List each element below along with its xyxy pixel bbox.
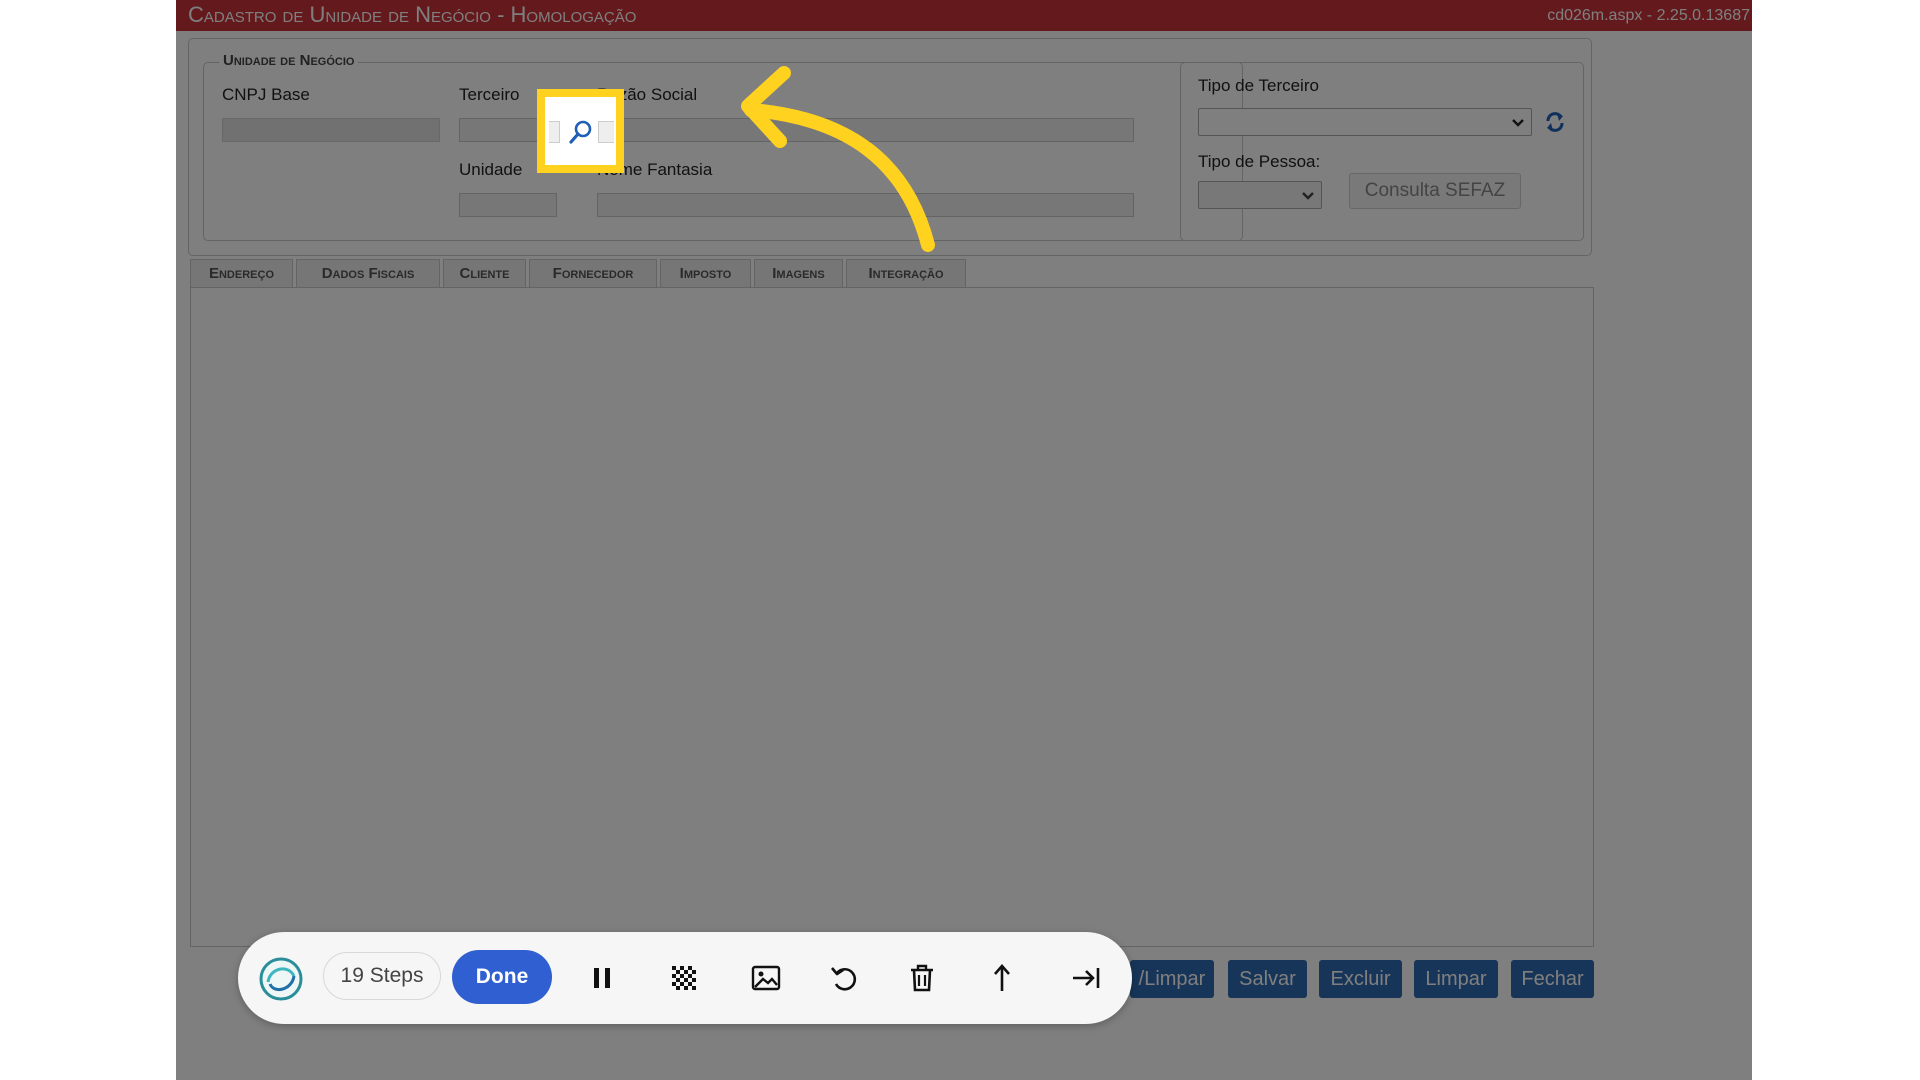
undo-icon[interactable] — [828, 962, 860, 994]
done-button[interactable]: Done — [452, 950, 552, 1004]
trash-icon[interactable] — [906, 962, 938, 994]
logo-icon — [259, 957, 303, 1001]
blur-icon[interactable] — [668, 962, 700, 994]
steps-counter[interactable]: 19 Steps — [323, 952, 441, 1000]
skip-to-end-icon[interactable] — [1070, 962, 1102, 994]
pause-icon[interactable] — [586, 962, 618, 994]
upload-arrow-icon[interactable] — [986, 962, 1018, 994]
recorder-toolbar: 19 Steps Done — [238, 932, 1132, 1024]
image-icon[interactable] — [750, 962, 782, 994]
app-window: Cadastro de Unidade de Negócio - Homolog… — [176, 0, 1752, 1080]
curved-arrow-icon — [741, 66, 935, 252]
